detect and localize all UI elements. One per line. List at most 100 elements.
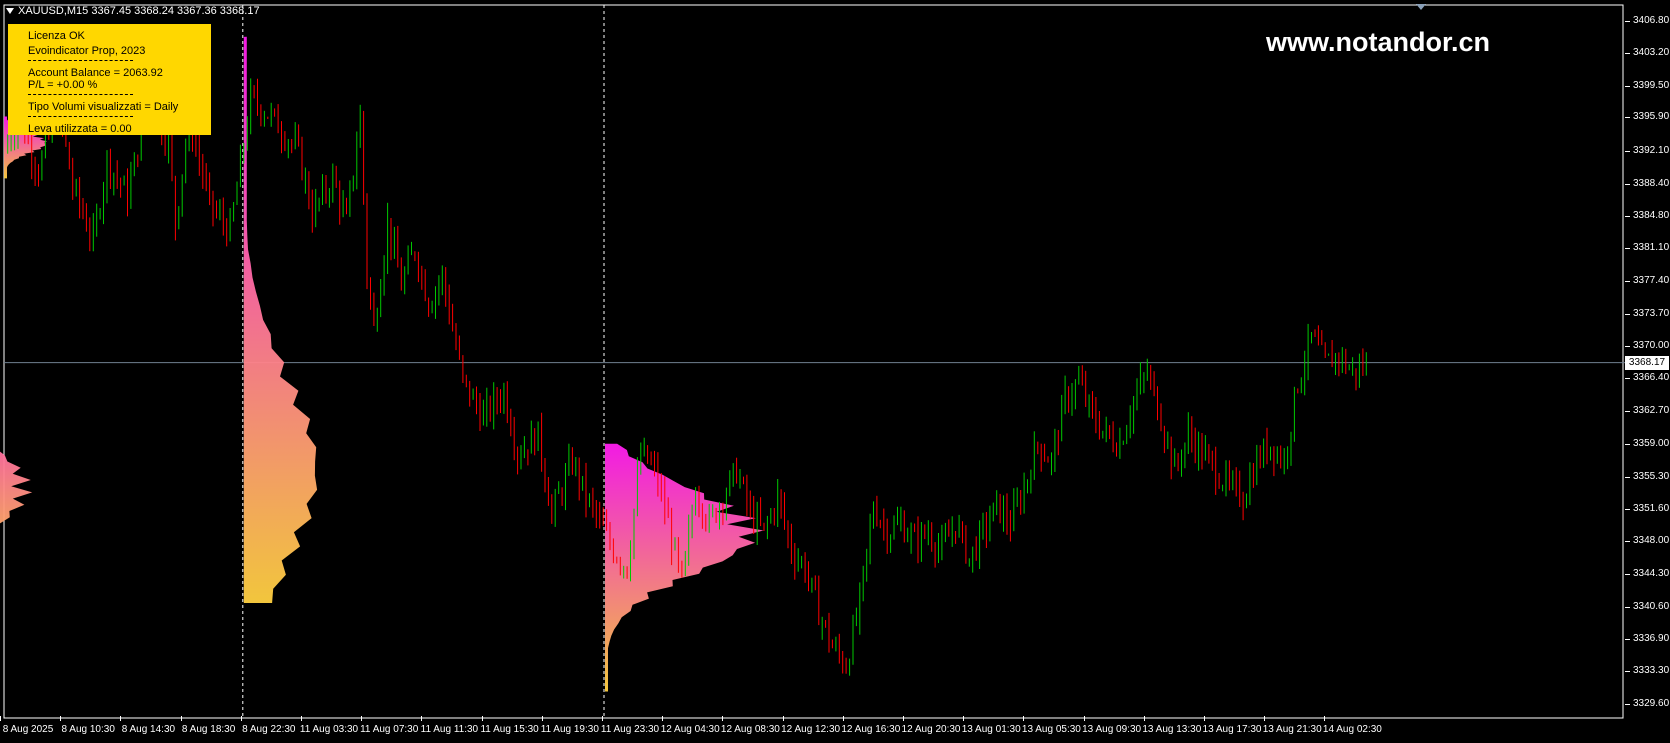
symbol-ohlc-text: XAUUSD,M15 3367.45 3368.24 3367.36 3368.… [18, 5, 260, 17]
time-tick-label: 12 Aug 16:30 [841, 724, 901, 735]
price-tick-label: 3333.30 [1633, 665, 1670, 677]
price-tick-label: 3329.60 [1633, 697, 1670, 709]
price-chart[interactable] [0, 0, 1670, 743]
time-tick-label: 12 Aug 08:30 [720, 724, 780, 735]
time-tick-mark [60, 716, 62, 721]
time-tick-label: 13 Aug 01:30 [961, 724, 1021, 735]
price-tick-label: 3403.20 [1633, 46, 1670, 58]
panel-divider [28, 116, 133, 123]
volume-type: Tipo Volumi visualizzati = Daily [28, 101, 179, 113]
symbol-title: XAUUSD,M15 3367.45 3368.24 3367.36 3368.… [6, 5, 260, 17]
time-tick-mark [421, 716, 423, 721]
time-tick-label: 11 Aug 23:30 [600, 724, 660, 735]
price-axis[interactable]: 3406.80 3403.20 3399.50 3395.90 3392.10 3388.… [1625, 0, 1670, 743]
price-tick-mark [1625, 20, 1630, 22]
time-tick-mark [481, 716, 483, 721]
time-tick-mark [1324, 716, 1326, 721]
time-tick-mark [0, 716, 1, 721]
price-tick-label: 3370.00 [1633, 340, 1670, 352]
time-tick-label: 13 Aug 09:30 [1082, 724, 1142, 735]
price-tick-mark [1625, 117, 1630, 119]
time-tick-label: 11 Aug 11:30 [420, 724, 479, 735]
account-balance: Account Balance = 2063.92 [28, 67, 163, 79]
chart-canvas[interactable] [0, 0, 1625, 743]
time-tick-mark [602, 716, 603, 721]
time-tick-mark [361, 716, 363, 721]
price-tick-label: 3377.40 [1633, 275, 1670, 286]
time-tick-mark [120, 716, 122, 721]
time-tick-label: 11 Aug 19:30 [540, 724, 599, 735]
time-tick-label: 8 Aug 2025 [2, 724, 54, 735]
time-tick-mark [842, 716, 844, 721]
price-tick-mark [1625, 509, 1630, 511]
price-tick-label: 3348.00 [1633, 535, 1670, 547]
price-tick-mark [1625, 346, 1630, 348]
price-tick-mark [1625, 443, 1630, 445]
time-tick-label: 12 Aug 04:30 [660, 724, 720, 735]
price-tick-mark [1625, 606, 1630, 608]
time-tick-label: 11 Aug 07:30 [360, 724, 419, 735]
time-tick-label: 13 Aug 05:30 [1021, 724, 1081, 735]
price-tick-mark [1625, 573, 1630, 575]
collapse-triangle-icon[interactable] [6, 8, 14, 15]
price-tick-mark [1625, 183, 1630, 185]
watermark-url: www.notandor.cn [1265, 27, 1490, 57]
time-tick-label: 13 Aug 21:30 [1262, 724, 1322, 735]
time-tick-mark [722, 716, 724, 721]
time-tick-mark [662, 716, 664, 721]
price-tick-mark [1625, 281, 1630, 282]
price-tick-mark [1625, 703, 1630, 705]
price-tick-label: 3384.80 [1633, 209, 1670, 221]
time-tick-label: 8 Aug 22:30 [242, 724, 296, 735]
time-tick-label: 8 Aug 18:30 [181, 724, 236, 735]
profit-loss: P/L = +0.00 % [28, 79, 98, 91]
time-tick-label: 13 Aug 13:30 [1142, 724, 1202, 735]
time-tick-mark [240, 716, 242, 721]
price-tick-label: 3336.90 [1633, 633, 1670, 645]
price-tick-label: 3362.70 [1633, 405, 1670, 417]
time-tick-mark [903, 716, 904, 721]
price-tick-mark [1625, 378, 1630, 380]
time-tick-label: 14 Aug 02:30 [1322, 724, 1382, 735]
time-tick-label: 11 Aug 15:30 [480, 724, 539, 735]
price-tick-mark [1625, 411, 1630, 413]
price-tick-label: 3399.50 [1633, 79, 1670, 91]
time-tick-label: 13 Aug 17:30 [1202, 724, 1262, 735]
panel-divider [28, 94, 133, 101]
time-tick-mark [1264, 716, 1266, 721]
time-tick-mark [782, 716, 784, 721]
time-tick-mark [1023, 716, 1025, 721]
price-tick-mark [1625, 85, 1630, 87]
price-tick-mark [1625, 541, 1630, 543]
price-tick-mark [1625, 639, 1630, 641]
price-tick-mark [1625, 150, 1630, 152]
price-tick-label: 3395.90 [1633, 111, 1670, 123]
license-status: Licenza OK [28, 30, 85, 42]
leverage-used: Leva utilizzata = 0.00 [28, 123, 132, 135]
price-tick-label: 3366.40 [1633, 372, 1670, 384]
price-tick-label: 3392.10 [1633, 144, 1670, 156]
chart-shift-marker-icon[interactable] [1416, 4, 1426, 10]
info-panel: Licenza OK Evoindicator Prop, 2023 Accou… [8, 24, 211, 135]
price-tick-label: 3355.30 [1633, 470, 1670, 482]
price-tick-mark [1625, 52, 1630, 54]
price-tick-label: 3381.10 [1633, 242, 1670, 254]
price-tick-mark [1625, 215, 1630, 217]
time-tick-mark [1204, 716, 1205, 721]
indicator-name: Evoindicator Prop, 2023 [28, 45, 146, 57]
price-tick-label: 3340.60 [1633, 600, 1670, 612]
time-tick-label: 8 Aug 10:30 [61, 724, 115, 735]
panel-divider [28, 60, 133, 67]
time-tick-label: 11 Aug 03:30 [299, 724, 359, 735]
time-tick-mark [1143, 716, 1145, 721]
price-tick-label: 3388.40 [1633, 177, 1670, 189]
current-price-label: 3368.17 [1625, 355, 1669, 370]
volume-profile [243, 36, 318, 604]
time-tick-label: 8 Aug 14:30 [121, 724, 176, 735]
price-tick-mark [1625, 671, 1630, 673]
price-tick-label: 3344.30 [1633, 567, 1670, 579]
price-tick-label: 3373.70 [1633, 307, 1670, 319]
price-tick-mark [1625, 313, 1630, 315]
time-tick-label: 12 Aug 20:30 [901, 724, 961, 735]
price-tick-label: 3406.80 [1633, 14, 1670, 26]
